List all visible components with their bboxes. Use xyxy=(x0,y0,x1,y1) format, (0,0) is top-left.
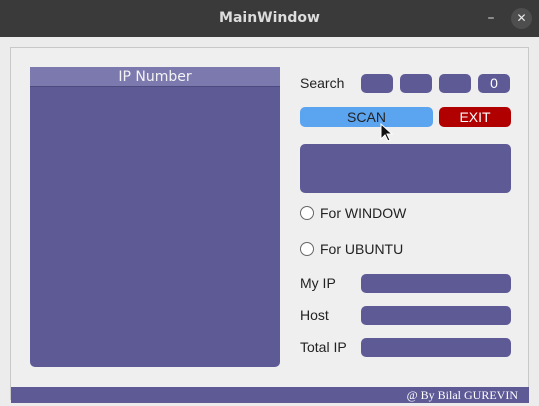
scan-button[interactable]: SCAN xyxy=(300,107,433,127)
ip-number-header: IP Number xyxy=(30,67,280,87)
search-octet-3[interactable] xyxy=(439,74,471,93)
ip-number-list[interactable] xyxy=(30,67,280,367)
close-icon[interactable]: ✕ xyxy=(511,8,532,29)
my-ip-label: My IP xyxy=(300,275,336,291)
search-octet-4[interactable]: 0 xyxy=(478,74,510,93)
search-label: Search xyxy=(300,75,345,91)
for-ubuntu-label: For UBUNTU xyxy=(320,241,404,257)
host-field xyxy=(361,306,511,325)
minimize-icon[interactable]: – xyxy=(484,10,498,26)
host-label: Host xyxy=(300,307,329,323)
search-octet-2[interactable] xyxy=(400,74,432,93)
for-ubuntu-radio[interactable] xyxy=(300,242,314,256)
footer-credit: @ By Bilal GUREVIN xyxy=(406,388,518,402)
exit-button[interactable]: EXIT xyxy=(439,107,511,127)
for-window-label: For WINDOW xyxy=(320,205,407,221)
my-ip-field xyxy=(361,274,511,293)
for-window-radio[interactable] xyxy=(300,206,314,220)
window-title: MainWindow xyxy=(219,10,320,26)
mouse-pointer-icon xyxy=(380,123,394,142)
total-ip-label: Total IP xyxy=(300,339,347,355)
scan-output-box xyxy=(300,144,511,193)
search-octet-1[interactable] xyxy=(361,74,393,93)
total-ip-field xyxy=(361,338,511,357)
